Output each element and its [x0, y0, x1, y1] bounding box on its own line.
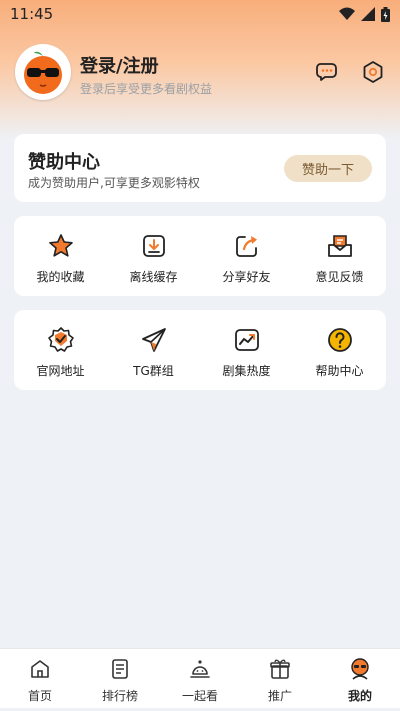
- grid-item-series-trending[interactable]: 剧集热度: [200, 310, 293, 390]
- help-icon: [327, 328, 352, 352]
- trend-icon: [234, 329, 259, 351]
- bottom-tab-bar: 首页 排行榜 一起看 推广 我的: [0, 648, 400, 711]
- tab-label: 我的: [347, 689, 372, 703]
- grid-item-help-center[interactable]: 帮助中心: [293, 310, 386, 390]
- status-time: 11:45: [10, 5, 54, 23]
- grid-item-share-friends[interactable]: 分享好友: [200, 216, 293, 296]
- grid-card-secondary: 官网地址 TG群组 剧集热度 帮助中心: [14, 310, 386, 390]
- status-bar: 11:45: [0, 0, 400, 28]
- orange-mascot-icon: [24, 51, 62, 94]
- profile-icon: [351, 658, 369, 680]
- tab-ranking[interactable]: 排行榜: [80, 649, 160, 711]
- grid-item-feedback[interactable]: 意见反馈: [293, 216, 386, 296]
- settings-icon[interactable]: [361, 60, 385, 84]
- login-subtitle: 登录后享受更多看剧权益: [80, 82, 213, 96]
- signal-icon: [361, 7, 375, 21]
- tab-label: 一起看: [181, 689, 218, 703]
- sponsor-subtitle: 成为赞助用户,可享更多观影特权: [28, 176, 200, 190]
- chat-icon[interactable]: [316, 60, 340, 84]
- grid-label: 帮助中心: [315, 364, 364, 378]
- tab-label: 首页: [27, 689, 52, 703]
- grid-label: 分享好友: [222, 270, 271, 284]
- tab-watch-together[interactable]: 一起看: [160, 649, 240, 711]
- sponsor-title: 赞助中心: [28, 152, 100, 173]
- ranking-icon: [112, 659, 128, 679]
- status-icons: [339, 6, 390, 22]
- grid-card-primary: 我的收藏 离线缓存 分享好友 意见反馈: [14, 216, 386, 296]
- grid-label: 官网地址: [36, 364, 85, 378]
- tab-promote[interactable]: 推广: [240, 649, 320, 711]
- login-register-link[interactable]: 登录/注册: [80, 52, 159, 78]
- tab-label: 排行榜: [101, 689, 138, 703]
- grid-label: 我的收藏: [36, 270, 85, 284]
- grid-label: 离线缓存: [129, 270, 178, 284]
- sponsor-card: 赞助中心 成为赞助用户,可享更多观影特权 赞助一下: [14, 134, 386, 202]
- share-icon: [235, 236, 257, 257]
- download-icon: [142, 235, 165, 257]
- tab-mine[interactable]: 我的: [320, 649, 400, 711]
- wifi-icon: [339, 7, 355, 20]
- grid-item-tg-group[interactable]: TG群组: [107, 310, 200, 390]
- tab-label: 推广: [267, 689, 292, 703]
- grid-item-favorites[interactable]: 我的收藏: [14, 216, 107, 296]
- feedback-icon: [327, 235, 352, 257]
- badge-check-icon: [47, 327, 74, 352]
- battery-icon: [381, 6, 390, 22]
- grid-item-official-site[interactable]: 官网地址: [14, 310, 107, 390]
- grid-label: TG群组: [133, 364, 174, 378]
- watch-together-icon: [190, 660, 210, 678]
- grid-item-offline-cache[interactable]: 离线缓存: [107, 216, 200, 296]
- star-icon: [48, 234, 73, 257]
- tab-home[interactable]: 首页: [0, 649, 80, 711]
- sponsor-button[interactable]: 赞助一下: [284, 155, 372, 182]
- grid-label: 意见反馈: [315, 270, 364, 284]
- grid-label: 剧集热度: [222, 364, 271, 378]
- avatar[interactable]: [15, 44, 71, 100]
- gift-icon: [270, 659, 290, 679]
- home-icon: [31, 660, 49, 678]
- telegram-icon: [141, 328, 166, 352]
